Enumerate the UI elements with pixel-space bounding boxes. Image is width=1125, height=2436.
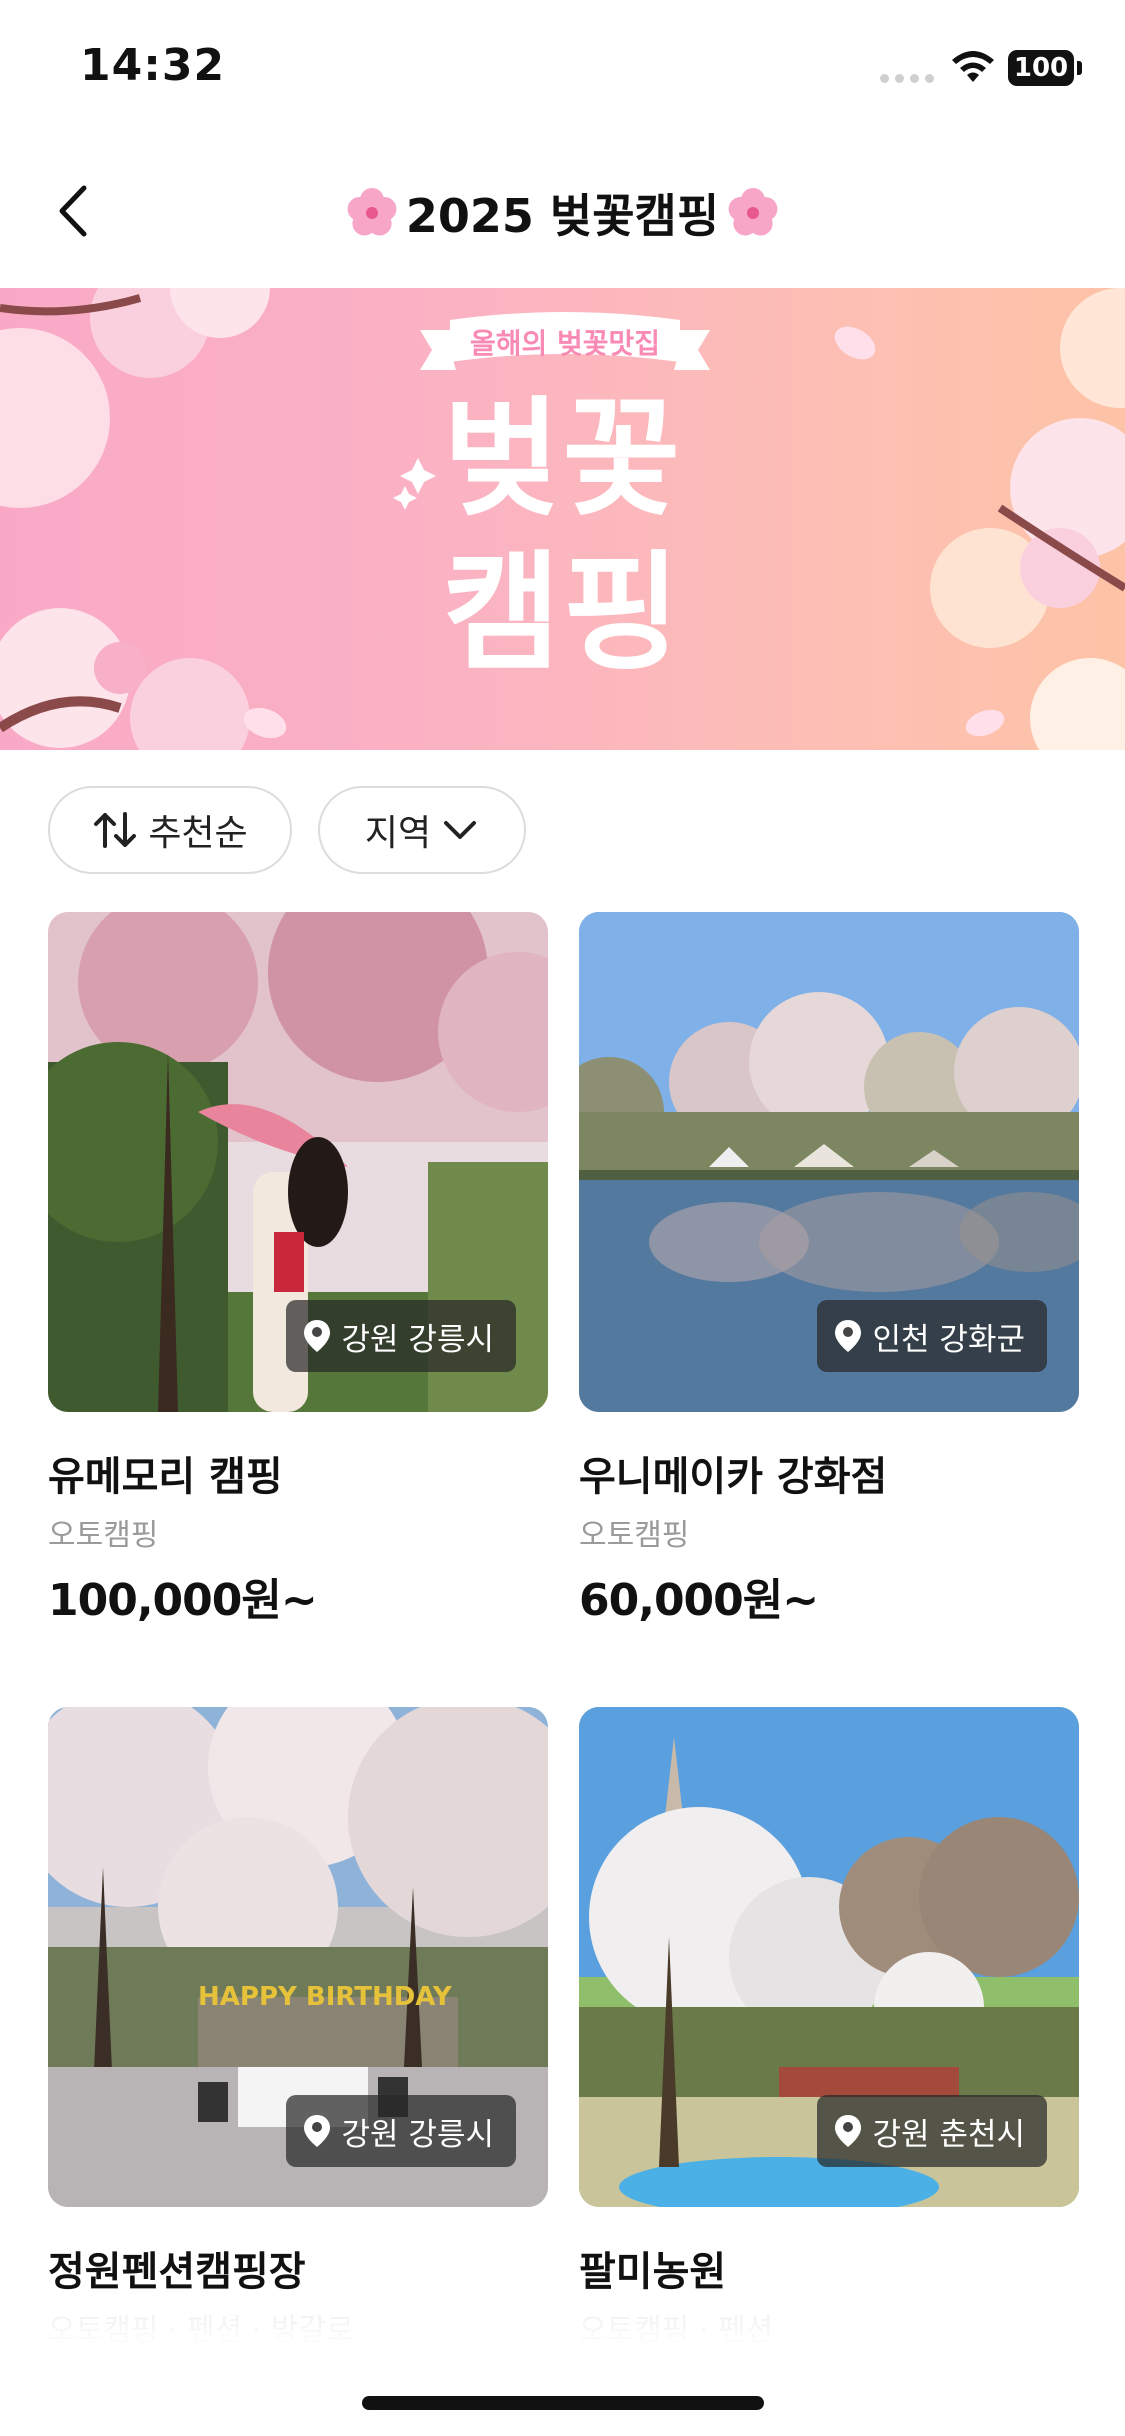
location-text: 강원 강릉시 [341,2116,494,2153]
status-bar: 14:32 100 [0,0,1125,140]
card-name: 정원펜션캠핑장 [48,2249,306,2295]
bottom-fade [0,2310,1125,2436]
card-name: 유메모리 캠핑 [48,1454,283,1500]
camping-card[interactable]: 강원 강릉시 유메모리 캠핑 오토캠핑 100,000원~ [48,912,548,1632]
location-pin-icon [834,1320,861,1352]
location-text: 인천 강화군 [872,1321,1025,1358]
location-text: 강원 강릉시 [341,1321,494,1358]
banner-title-line1: 벚꽃 [442,385,683,534]
location-badge: 인천 강화군 [816,1300,1047,1372]
banner-title-line2: 캠핑 [442,539,683,688]
camping-card[interactable]: 인천 강화군 우니메이카 강화점 오토캠핑 60,000원~ [579,912,1079,1632]
sort-filter-button[interactable]: 추천순 [48,786,292,874]
nav-bar: 2025 벚꽃캠핑 [0,140,1125,286]
wifi-icon [952,51,994,82]
location-text: 강원 춘천시 [872,2116,1025,2153]
card-type: 오토캠핑 [48,1518,159,1553]
signal-icon [880,74,934,83]
camping-card[interactable]: HAPPY BIRTHDAY 강원 강릉시 정원펜션캠핑장 오토캠핑 · 펜션 … [48,1707,548,2348]
sort-filter-label: 추천순 [148,813,248,854]
location-badge: 강원 춘천시 [816,2095,1047,2167]
promo-banner[interactable]: 올해의 벚꽃맛집 벚꽃 캠핑 [0,288,1125,750]
cherry-blossom-icon [728,188,778,236]
region-filter-label: 지역 [364,813,432,854]
card-price: 100,000원~ [48,1575,318,1626]
location-badge: 강원 강릉시 [285,2095,516,2167]
battery-tip [1077,61,1082,75]
page-title: 2025 벚꽃캠핑 [405,189,720,243]
card-name: 팔미농원 [579,2249,727,2295]
card-price: 60,000원~ [579,1575,819,1626]
region-filter-button[interactable]: 지역 [318,786,526,874]
svg-text:HAPPY BIRTHDAY: HAPPY BIRTHDAY [198,1982,453,2012]
location-pin-icon [303,2115,330,2147]
status-time: 14:32 [80,40,226,91]
cherry-blossom-icon [347,188,397,236]
card-type: 오토캠핑 [579,1518,690,1553]
home-indicator[interactable] [362,2396,764,2410]
sort-arrows-icon [94,812,137,848]
page-title-wrap: 2025 벚꽃캠핑 [0,180,1125,246]
chevron-down-icon [444,821,477,839]
location-pin-icon [303,1320,330,1352]
battery-icon: 100 [1008,50,1074,86]
banner-ribbon-text: 올해의 벚꽃맛집 [469,327,661,360]
location-pin-icon [834,2115,861,2147]
camping-card[interactable]: 강원 춘천시 팔미농원 오토캠핑 · 펜션 [579,1707,1079,2348]
location-badge: 강원 강릉시 [285,1300,516,1372]
card-name: 우니메이카 강화점 [579,1454,888,1500]
